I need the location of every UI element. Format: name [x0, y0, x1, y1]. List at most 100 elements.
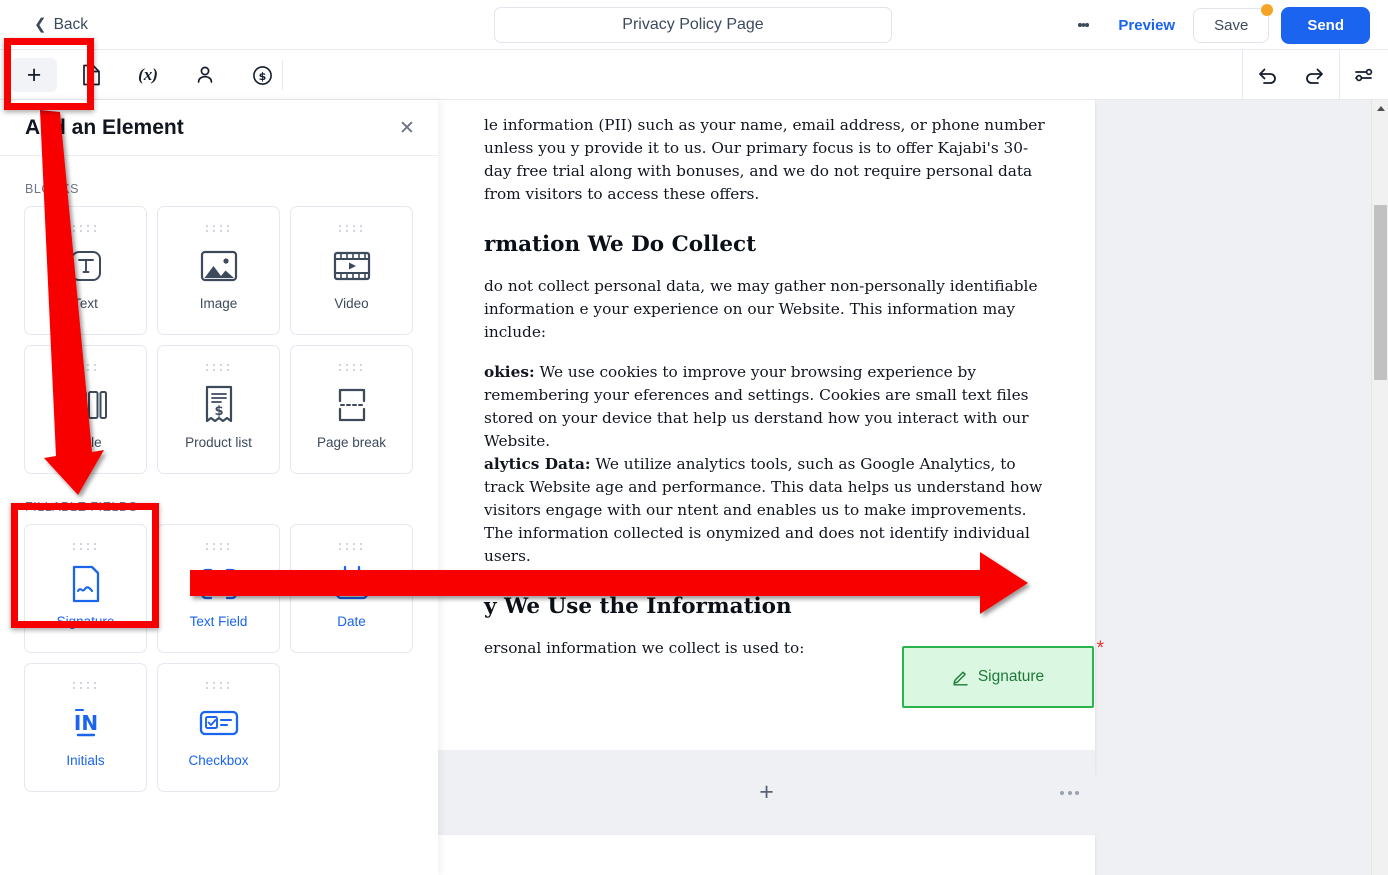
plus-icon: +: [26, 60, 42, 89]
back-label: Back: [53, 15, 89, 33]
settings-button[interactable]: [1340, 50, 1388, 99]
signature-field-label: Signature: [977, 668, 1045, 685]
field-card-label: Checkbox: [188, 753, 249, 768]
signature-field[interactable]: Signature *: [902, 638, 1104, 708]
document-page-1: le information (PII) such as your name, …: [438, 100, 1104, 775]
image-icon: [199, 244, 239, 288]
block-card-image[interactable]: Image: [157, 206, 280, 335]
block-card-label: Image: [199, 296, 238, 311]
redo-arrow-icon: [1306, 68, 1323, 84]
close-icon[interactable]: ✕: [396, 118, 418, 140]
paragraph-collect: do not collect personal data, we may gat…: [484, 277, 1038, 341]
save-label: Save: [1214, 16, 1249, 34]
drag-grip-icon: [73, 543, 98, 550]
required-marker: *: [1096, 638, 1104, 659]
field-card-initials[interactable]: IN Initials: [24, 663, 147, 792]
drag-grip-icon: [73, 682, 98, 689]
block-card-label: Text: [73, 296, 98, 311]
block-card-label: Page break: [316, 435, 387, 450]
document-title-text: Privacy Policy Page: [622, 16, 764, 33]
drag-grip-icon: [339, 543, 364, 550]
list-item-analytics: alytics Data: We utilize analytics tools…: [484, 453, 1047, 568]
section-label-fillable-fields: FILLABLE FIELDS: [25, 500, 138, 514]
panel-header: Add an Element ✕: [0, 100, 438, 156]
block-card-video[interactable]: Video: [290, 206, 413, 335]
drag-grip-icon: [206, 225, 231, 232]
field-card-date[interactable]: 1 Date: [290, 524, 413, 653]
block-card-text[interactable]: Text: [24, 206, 147, 335]
page-break-gap: +: [438, 750, 1095, 835]
initials-icon: IN: [68, 701, 104, 745]
field-card-label: Text Field: [189, 614, 248, 629]
block-card-label: Product list: [185, 435, 252, 450]
payment-toolbar-button[interactable]: $: [239, 58, 285, 92]
editor-toolbar: + (x) $: [0, 50, 1388, 116]
blocks-grid: Text Image Video Table $ Product list Pa…: [24, 206, 438, 474]
heading-how-we-use: y We Use the Information: [484, 594, 792, 619]
dollar-circle-icon: $: [252, 65, 272, 85]
field-card-checkbox[interactable]: Checkbox: [157, 663, 280, 792]
block-card-page-break[interactable]: Page break: [290, 345, 413, 474]
block-card-table[interactable]: Table: [24, 345, 147, 474]
field-card-text-field[interactable]: Text Field: [157, 524, 280, 653]
block-card-product-list[interactable]: $ Product list: [157, 345, 280, 474]
field-card-label: Signature: [56, 614, 115, 629]
drag-grip-icon: [206, 682, 231, 689]
page-break-icon: [332, 383, 372, 427]
send-button[interactable]: Send: [1281, 6, 1370, 44]
heading-information-we-collect: rmation We Do Collect: [484, 232, 757, 257]
svg-text:1: 1: [348, 583, 355, 596]
fillable-fields-grid: Signature Text Field 1 Date IN Initials …: [24, 524, 438, 792]
vertical-scrollbar[interactable]: [1371, 100, 1388, 875]
drag-grip-icon: [339, 225, 364, 232]
field-card-label: Date: [337, 614, 366, 629]
document-page-2: [438, 835, 1095, 875]
add-element-toolbar-button[interactable]: +: [11, 58, 57, 92]
preview-button[interactable]: Preview: [1100, 17, 1193, 34]
block-card-label: Table: [69, 435, 102, 450]
paragraph-intro: le information (PII) such as your name, …: [484, 116, 1045, 203]
cookies-bold-label: okies:: [484, 363, 535, 381]
svg-text:$: $: [214, 404, 223, 419]
field-card-label: Initials: [66, 753, 105, 768]
redo-button[interactable]: [1291, 50, 1339, 99]
chevron-left-icon: ❮: [34, 16, 47, 33]
pages-toolbar-button[interactable]: [68, 58, 114, 92]
analytics-bold-label: alytics Data:: [484, 455, 591, 473]
block-options-icon[interactable]: [1060, 790, 1079, 795]
app-root: ❮ Back Privacy Policy Page Preview Save …: [0, 0, 1388, 875]
recipients-toolbar-button[interactable]: [182, 58, 228, 92]
cookies-text: We use cookies to improve your browsing …: [484, 363, 1029, 450]
document-title-input[interactable]: Privacy Policy Page: [494, 7, 892, 43]
document-content[interactable]: le information (PII) such as your name, …: [438, 100, 1104, 775]
top-bar: ❮ Back Privacy Policy Page Preview Save …: [0, 0, 1388, 50]
drag-grip-icon: [73, 225, 98, 232]
field-card-signature[interactable]: Signature: [24, 524, 147, 653]
add-element-panel: Add an Element ✕ BLOCKS Text Image Video…: [0, 100, 438, 875]
text-block-icon: [66, 244, 106, 288]
svg-text:IN: IN: [73, 711, 97, 735]
variable-icon: (x): [138, 65, 158, 84]
scroll-up-arrow-icon[interactable]: [1372, 100, 1388, 117]
undo-arrow-icon: [1259, 68, 1276, 84]
signature-row: ersonal information we collect is used t…: [484, 637, 1104, 749]
add-block-icon[interactable]: +: [759, 780, 774, 805]
variables-toolbar-button[interactable]: (x): [125, 58, 171, 92]
back-button[interactable]: ❮ Back: [34, 16, 88, 34]
table-columns-icon: [64, 383, 108, 427]
sliders-icon: [1355, 68, 1373, 81]
signature-icon: [71, 562, 101, 606]
list-item-cookies: okies: We use cookies to improve your br…: [484, 361, 1047, 453]
top-bar-actions: Preview Save Send: [1066, 0, 1370, 50]
svg-text:$: $: [258, 70, 266, 83]
undo-button[interactable]: [1243, 50, 1291, 99]
drag-grip-icon: [206, 543, 231, 550]
calendar-icon: 1: [333, 562, 371, 606]
text-field-icon: [199, 562, 239, 606]
kebab-menu-icon[interactable]: [1066, 8, 1100, 42]
save-button[interactable]: Save: [1193, 3, 1274, 43]
video-film-icon: [332, 244, 372, 288]
scroll-thumb[interactable]: [1374, 205, 1387, 380]
drag-grip-icon: [206, 364, 231, 371]
toolbar-left-group: + (x) $: [0, 50, 285, 100]
